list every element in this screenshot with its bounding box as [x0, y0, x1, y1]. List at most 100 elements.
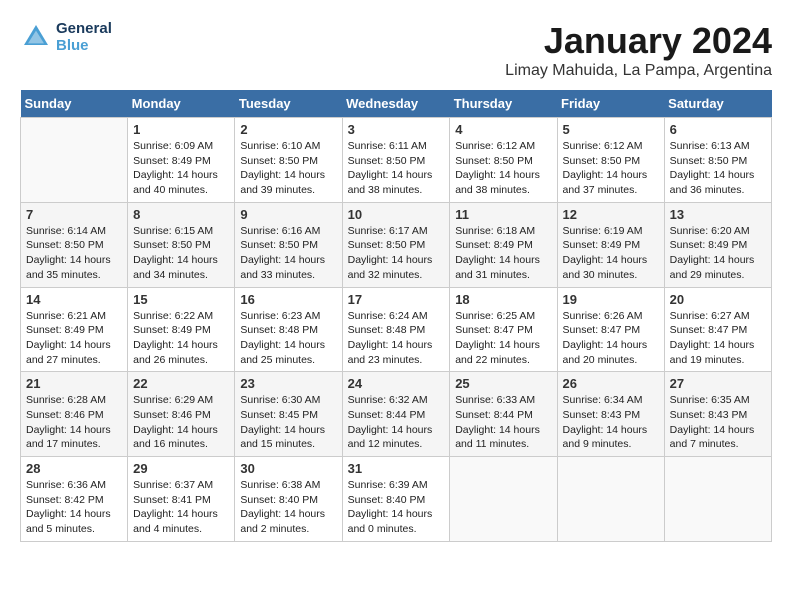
calendar-subtitle: Limay Mahuida, La Pampa, Argentina — [505, 62, 772, 80]
calendar-cell: 9Sunrise: 6:16 AM Sunset: 8:50 PM Daylig… — [235, 202, 342, 287]
day-info: Sunrise: 6:14 AM Sunset: 8:50 PM Dayligh… — [26, 224, 122, 283]
calendar-cell: 14 Sunrise: 6:21 AM Sunset: 8:49 PM Dayli… — [21, 287, 128, 372]
day-number: 17 — [348, 292, 445, 307]
calendar-cell — [557, 457, 664, 542]
day-info: Sunrise: 6:20 AM Sunset: 8:49 PM Dayligh… — [670, 224, 766, 283]
calendar-cell: 27 Sunrise: 6:35 AM Sunset: 8:43 PM Dayli… — [664, 372, 771, 457]
day-info: Sunrise: 6:19 AM Sunset: 8:49 PM Dayligh… — [563, 224, 659, 283]
day-info: Sunrise: 6:12 AM Sunset: 8:50 PM Dayligh… — [455, 139, 551, 198]
col-wednesday: Wednesday — [342, 90, 450, 118]
calendar-cell: 19Sunrise: 6:26 AM Sunset: 8:47 PM Dayli… — [557, 287, 664, 372]
col-tuesday: Tuesday — [235, 90, 342, 118]
day-number: 30 — [240, 461, 336, 476]
day-number: 11 — [455, 207, 551, 222]
day-info: Sunrise: 6:09 AM Sunset: 8:49 PM Dayligh… — [133, 139, 229, 198]
calendar-cell: 29 Sunrise: 6:37 AM Sunset: 8:41 PM Dayli… — [128, 457, 235, 542]
day-number: 20 — [670, 292, 766, 307]
day-info: Sunrise: 6:22 AM Sunset: 8:49 PM Dayligh… — [133, 309, 229, 368]
day-number: 23 — [240, 376, 336, 391]
day-info: Sunrise: 6:24 AM Sunset: 8:48 PM Dayligh… — [348, 309, 445, 368]
calendar-cell: 5Sunrise: 6:12 AM Sunset: 8:50 PM Daylig… — [557, 118, 664, 203]
day-info: Sunrise: 6:35 AM Sunset: 8:43 PM Dayligh… — [670, 393, 766, 452]
calendar-cell: 23 Sunrise: 6:30 AM Sunset: 8:45 PM Dayli… — [235, 372, 342, 457]
calendar-cell: 13 Sunrise: 6:20 AM Sunset: 8:49 PM Dayli… — [664, 202, 771, 287]
calendar-cell: 6 Sunrise: 6:13 AM Sunset: 8:50 PM Daylig… — [664, 118, 771, 203]
day-number: 18 — [455, 292, 551, 307]
calendar-cell: 31 Sunrise: 6:39 AM Sunset: 8:40 PM Dayli… — [342, 457, 450, 542]
calendar-week-3: 14 Sunrise: 6:21 AM Sunset: 8:49 PM Dayli… — [21, 287, 772, 372]
logo-icon — [20, 21, 52, 53]
calendar-cell: 3 Sunrise: 6:11 AM Sunset: 8:50 PM Daylig… — [342, 118, 450, 203]
day-number: 8 — [133, 207, 229, 222]
day-info: Sunrise: 6:15 AM Sunset: 8:50 PM Dayligh… — [133, 224, 229, 283]
logo: General Blue — [20, 20, 112, 54]
day-info: Sunrise: 6:36 AM Sunset: 8:42 PM Dayligh… — [26, 478, 122, 537]
day-number: 28 — [26, 461, 122, 476]
day-info: Sunrise: 6:13 AM Sunset: 8:50 PM Dayligh… — [670, 139, 766, 198]
day-number: 15 — [133, 292, 229, 307]
calendar-cell: 1 Sunrise: 6:09 AM Sunset: 8:49 PM Daylig… — [128, 118, 235, 203]
day-info: Sunrise: 6:39 AM Sunset: 8:40 PM Dayligh… — [348, 478, 445, 537]
day-info: Sunrise: 6:27 AM Sunset: 8:47 PM Dayligh… — [670, 309, 766, 368]
day-number: 24 — [348, 376, 445, 391]
calendar-week-1: 1 Sunrise: 6:09 AM Sunset: 8:49 PM Daylig… — [21, 118, 772, 203]
day-number: 22 — [133, 376, 229, 391]
day-info: Sunrise: 6:30 AM Sunset: 8:45 PM Dayligh… — [240, 393, 336, 452]
calendar-cell: 4 Sunrise: 6:12 AM Sunset: 8:50 PM Daylig… — [450, 118, 557, 203]
day-info: Sunrise: 6:38 AM Sunset: 8:40 PM Dayligh… — [240, 478, 336, 537]
day-number: 7 — [26, 207, 122, 222]
calendar-week-4: 21Sunrise: 6:28 AM Sunset: 8:46 PM Dayli… — [21, 372, 772, 457]
calendar-cell: 22Sunrise: 6:29 AM Sunset: 8:46 PM Dayli… — [128, 372, 235, 457]
calendar-title: January 2024 — [505, 20, 772, 62]
header-row: Sunday Monday Tuesday Wednesday Thursday… — [21, 90, 772, 118]
calendar-cell: 12Sunrise: 6:19 AM Sunset: 8:49 PM Dayli… — [557, 202, 664, 287]
calendar-cell: 15 Sunrise: 6:22 AM Sunset: 8:49 PM Dayli… — [128, 287, 235, 372]
calendar-week-2: 7 Sunrise: 6:14 AM Sunset: 8:50 PM Daylig… — [21, 202, 772, 287]
day-number: 6 — [670, 122, 766, 137]
day-number: 13 — [670, 207, 766, 222]
calendar-cell — [21, 118, 128, 203]
calendar-cell: 28 Sunrise: 6:36 AM Sunset: 8:42 PM Dayli… — [21, 457, 128, 542]
day-info: Sunrise: 6:34 AM Sunset: 8:43 PM Dayligh… — [563, 393, 659, 452]
day-number: 29 — [133, 461, 229, 476]
day-number: 27 — [670, 376, 766, 391]
calendar-cell: 18Sunrise: 6:25 AM Sunset: 8:47 PM Dayli… — [450, 287, 557, 372]
calendar-cell: 21Sunrise: 6:28 AM Sunset: 8:46 PM Dayli… — [21, 372, 128, 457]
calendar-cell: 20 Sunrise: 6:27 AM Sunset: 8:47 PM Dayli… — [664, 287, 771, 372]
calendar-cell: 8 Sunrise: 6:15 AM Sunset: 8:50 PM Daylig… — [128, 202, 235, 287]
day-number: 2 — [240, 122, 336, 137]
day-info: Sunrise: 6:10 AM Sunset: 8:50 PM Dayligh… — [240, 139, 336, 198]
day-info: Sunrise: 6:23 AM Sunset: 8:48 PM Dayligh… — [240, 309, 336, 368]
day-info: Sunrise: 6:12 AM Sunset: 8:50 PM Dayligh… — [563, 139, 659, 198]
day-number: 16 — [240, 292, 336, 307]
day-info: Sunrise: 6:33 AM Sunset: 8:44 PM Dayligh… — [455, 393, 551, 452]
day-info: Sunrise: 6:11 AM Sunset: 8:50 PM Dayligh… — [348, 139, 445, 198]
calendar-cell — [450, 457, 557, 542]
calendar-cell — [664, 457, 771, 542]
calendar-cell: 11Sunrise: 6:18 AM Sunset: 8:49 PM Dayli… — [450, 202, 557, 287]
day-info: Sunrise: 6:17 AM Sunset: 8:50 PM Dayligh… — [348, 224, 445, 283]
day-number: 4 — [455, 122, 551, 137]
calendar-table: Sunday Monday Tuesday Wednesday Thursday… — [20, 90, 772, 542]
col-sunday: Sunday — [21, 90, 128, 118]
page-header: General Blue January 2024 Limay Mahuida,… — [20, 20, 772, 80]
day-number: 3 — [348, 122, 445, 137]
title-section: January 2024 Limay Mahuida, La Pampa, Ar… — [505, 20, 772, 80]
day-info: Sunrise: 6:37 AM Sunset: 8:41 PM Dayligh… — [133, 478, 229, 537]
day-number: 1 — [133, 122, 229, 137]
day-number: 10 — [348, 207, 445, 222]
calendar-cell: 30 Sunrise: 6:38 AM Sunset: 8:40 PM Dayli… — [235, 457, 342, 542]
day-number: 26 — [563, 376, 659, 391]
col-friday: Friday — [557, 90, 664, 118]
day-number: 25 — [455, 376, 551, 391]
day-info: Sunrise: 6:21 AM Sunset: 8:49 PM Dayligh… — [26, 309, 122, 368]
calendar-cell: 7 Sunrise: 6:14 AM Sunset: 8:50 PM Daylig… — [21, 202, 128, 287]
day-number: 31 — [348, 461, 445, 476]
day-number: 14 — [26, 292, 122, 307]
day-info: Sunrise: 6:16 AM Sunset: 8:50 PM Dayligh… — [240, 224, 336, 283]
calendar-cell: 16 Sunrise: 6:23 AM Sunset: 8:48 PM Dayli… — [235, 287, 342, 372]
calendar-week-5: 28 Sunrise: 6:36 AM Sunset: 8:42 PM Dayli… — [21, 457, 772, 542]
calendar-cell: 24Sunrise: 6:32 AM Sunset: 8:44 PM Dayli… — [342, 372, 450, 457]
calendar-cell: 25 Sunrise: 6:33 AM Sunset: 8:44 PM Dayli… — [450, 372, 557, 457]
logo-text: General Blue — [56, 20, 112, 54]
